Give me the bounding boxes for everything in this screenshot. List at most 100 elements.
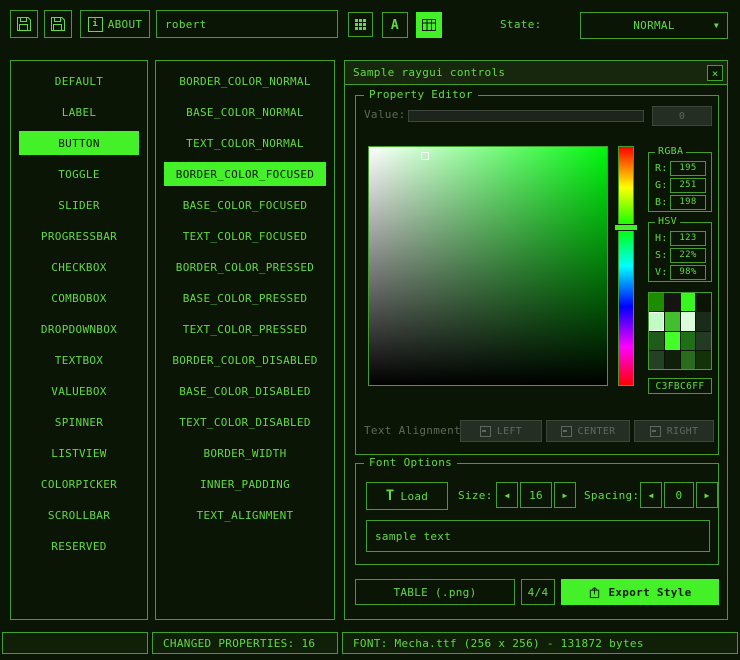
- palette-color-cell[interactable]: [665, 293, 680, 311]
- font-load-button[interactable]: T Load: [366, 482, 448, 510]
- controls-list-item[interactable]: RESERVED: [19, 534, 139, 558]
- font-size-decrease-button[interactable]: ◀: [496, 482, 518, 508]
- palette-color-cell[interactable]: [681, 312, 696, 330]
- rgba-row-value: 251: [670, 178, 706, 193]
- palette-color-cell[interactable]: [649, 332, 664, 350]
- export-format-dropdown[interactable]: TABLE (.png): [355, 579, 515, 605]
- hue-bar[interactable]: [618, 146, 634, 386]
- palette-color-cell[interactable]: [665, 351, 680, 369]
- controls-list-item[interactable]: PROGRESSBAR: [19, 224, 139, 248]
- palette-color-cell[interactable]: [665, 332, 680, 350]
- controls-list-item[interactable]: VALUEBOX: [19, 379, 139, 403]
- state-dropdown-value: NORMAL: [633, 19, 675, 32]
- properties-list-item[interactable]: BORDER_COLOR_PRESSED: [164, 255, 326, 279]
- rgba-row: G: 251: [655, 178, 706, 192]
- palette-color-cell[interactable]: [696, 312, 711, 330]
- controls-list-item[interactable]: DROPDOWNBOX: [19, 317, 139, 341]
- palette-color-cell[interactable]: [649, 351, 664, 369]
- properties-list-item[interactable]: TEXT_COLOR_FOCUSED: [164, 224, 326, 248]
- save-style-button[interactable]: [44, 10, 72, 38]
- color-picker-cursor[interactable]: [421, 152, 429, 160]
- controls-list-item[interactable]: LABEL: [19, 100, 139, 124]
- property-editor-title: Property Editor: [364, 88, 478, 101]
- palette-color-cell[interactable]: [681, 332, 696, 350]
- properties-list-item[interactable]: TEXT_COLOR_PRESSED: [164, 317, 326, 341]
- about-button[interactable]: i ABOUT: [80, 10, 150, 38]
- font-size-value[interactable]: 16: [520, 482, 552, 508]
- properties-list-item[interactable]: TEXT_ALIGNMENT: [164, 503, 326, 527]
- properties-list-item[interactable]: TEXT_COLOR_NORMAL: [164, 131, 326, 155]
- controls-list-item[interactable]: SPINNER: [19, 410, 139, 434]
- properties-list-item[interactable]: BORDER_COLOR_NORMAL: [164, 69, 326, 93]
- palette-color-cell[interactable]: [649, 312, 664, 330]
- properties-list-item[interactable]: BASE_COLOR_FOCUSED: [164, 193, 326, 217]
- controls-list-item[interactable]: LISTVIEW: [19, 441, 139, 465]
- about-button-label: ABOUT: [108, 18, 143, 31]
- sample-window-titlebar[interactable]: Sample raygui controls: [345, 61, 727, 85]
- text-alignment-label: Text Alignment:: [364, 424, 468, 437]
- font-spacing-increase-button[interactable]: ▶: [696, 482, 718, 508]
- font-size-label: Size:: [458, 489, 493, 502]
- controls-list-item[interactable]: TOGGLE: [19, 162, 139, 186]
- controls-list-item[interactable]: CHECKBOX: [19, 255, 139, 279]
- hsv-row: H: 123: [655, 231, 706, 245]
- hsv-row: V: 98%: [655, 265, 706, 279]
- font-spacing-decrease-button[interactable]: ◀: [640, 482, 662, 508]
- hue-slider-handle[interactable]: [614, 224, 638, 231]
- rgba-group: RGBA R: 195 G: 251 B: 198: [648, 152, 712, 212]
- font-load-label: Load: [401, 490, 429, 503]
- export-style-button[interactable]: Export Style: [561, 579, 719, 605]
- rgba-rows: R: 195 G: 251 B: 198: [649, 153, 711, 209]
- style-table-view-button[interactable]: [416, 12, 442, 38]
- controls-list-item[interactable]: SLIDER: [19, 193, 139, 217]
- palette-color-cell[interactable]: [696, 332, 711, 350]
- state-dropdown[interactable]: NORMAL ▼: [580, 12, 728, 39]
- hsv-rows: H: 123 S: 22% V: 98%: [649, 223, 711, 279]
- properties-list-item[interactable]: BASE_COLOR_DISABLED: [164, 379, 326, 403]
- palette-color-cell[interactable]: [665, 312, 680, 330]
- export-icon: [588, 586, 601, 599]
- style-grid-view-button[interactable]: [348, 12, 373, 37]
- hex-color-value[interactable]: C3FBC6FF: [648, 378, 712, 394]
- rgba-row-value: 195: [670, 161, 706, 176]
- align-center-label: CENTER: [578, 426, 616, 437]
- align-left-label: LEFT: [497, 426, 522, 437]
- palette-color-cell[interactable]: [696, 351, 711, 369]
- properties-list-item[interactable]: TEXT_COLOR_DISABLED: [164, 410, 326, 434]
- palette-color-cell[interactable]: [696, 293, 711, 311]
- properties-list-item[interactable]: BORDER_COLOR_DISABLED: [164, 348, 326, 372]
- controls-list-item[interactable]: COMBOBOX: [19, 286, 139, 310]
- controls-list-item[interactable]: BUTTON: [19, 131, 139, 155]
- controls-list-item[interactable]: COLORPICKER: [19, 472, 139, 496]
- color-picker-panel[interactable]: [368, 146, 608, 386]
- open-style-button[interactable]: [10, 10, 38, 38]
- properties-list-item[interactable]: BASE_COLOR_NORMAL: [164, 100, 326, 124]
- font-options-title: Font Options: [364, 456, 457, 469]
- properties-list-item[interactable]: INNER_PADDING: [164, 472, 326, 496]
- properties-list-item[interactable]: BORDER_WIDTH: [164, 441, 326, 465]
- palette-color-cell[interactable]: [681, 293, 696, 311]
- table-icon: [421, 17, 437, 33]
- controls-list-item[interactable]: DEFAULT: [19, 69, 139, 93]
- statusbar-left: [2, 632, 148, 654]
- export-pages-value[interactable]: 4/4: [521, 579, 555, 605]
- font-sample-text-input[interactable]: [366, 520, 710, 552]
- chevron-down-icon: ▼: [714, 21, 719, 30]
- properties-list-item[interactable]: BASE_COLOR_PRESSED: [164, 286, 326, 310]
- properties-list-item[interactable]: BORDER_COLOR_FOCUSED: [164, 162, 326, 186]
- palette-color-cell[interactable]: [681, 351, 696, 369]
- value-slider: [408, 110, 644, 122]
- palette-color-cell[interactable]: [649, 293, 664, 311]
- state-label: State:: [500, 18, 542, 31]
- font-view-button[interactable]: A: [382, 12, 408, 38]
- font-size-increase-button[interactable]: ▶: [554, 482, 576, 508]
- rgba-row: B: 198: [655, 195, 706, 209]
- controls-list-item[interactable]: TEXTBOX: [19, 348, 139, 372]
- hsv-row: S: 22%: [655, 248, 706, 262]
- rguistyler-window: i ABOUT A: [0, 0, 740, 660]
- controls-list-item[interactable]: SCROLLBAR: [19, 503, 139, 527]
- close-button[interactable]: ×: [707, 65, 723, 81]
- font-spacing-value[interactable]: 0: [664, 482, 694, 508]
- style-name-input[interactable]: [156, 10, 338, 38]
- rgba-row: R: 195: [655, 161, 706, 175]
